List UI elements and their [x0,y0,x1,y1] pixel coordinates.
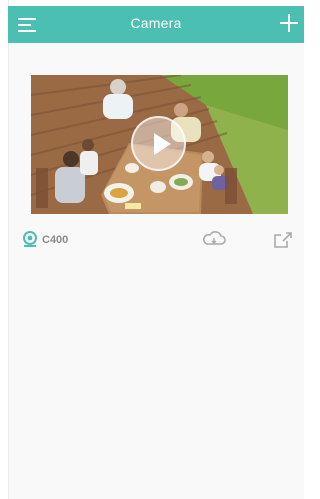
share-button[interactable] [272,230,294,250]
page-title: Camera [130,15,182,31]
cloud-button[interactable] [201,231,227,249]
play-button[interactable] [131,116,186,171]
cloud-icon [203,231,226,245]
camera-preview[interactable] [31,75,288,214]
share-icon [274,232,292,248]
camera-name: C400 [42,234,69,246]
app-bar: Camera [8,6,304,43]
camera-icon [23,231,37,247]
camera-row: C400 [21,229,294,251]
app-screen: Camera C400 [0,0,304,499]
add-camera-button[interactable] [278,12,300,34]
plus-icon [280,14,298,32]
camera-list: C400 [9,43,304,499]
play-icon [154,133,171,155]
